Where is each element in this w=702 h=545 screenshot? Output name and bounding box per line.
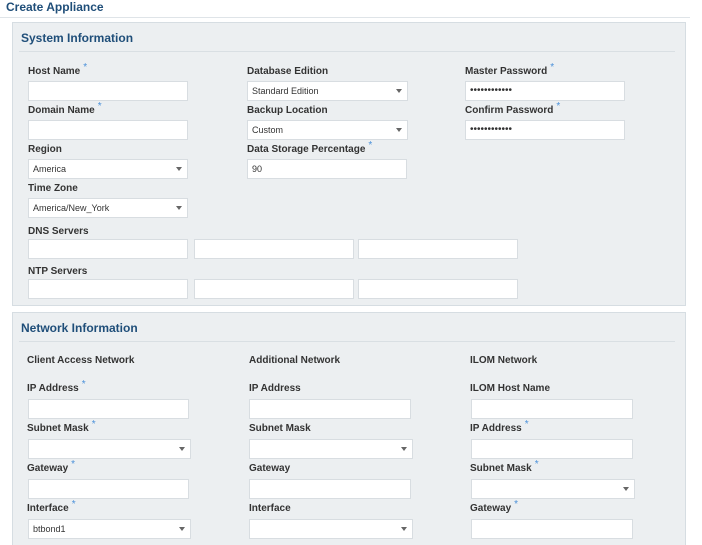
ilom-ip-label: IP Address * bbox=[470, 419, 529, 434]
chevron-down-icon bbox=[176, 167, 182, 171]
dns-server-1-input[interactable] bbox=[28, 239, 188, 259]
region-label: Region bbox=[28, 144, 62, 155]
ilom-subnet-label: Subnet Mask * bbox=[470, 459, 539, 474]
chevron-down-icon bbox=[623, 487, 629, 491]
network-information-panel: Network Information Client Access Networ… bbox=[12, 312, 686, 545]
confirm-password-input[interactable]: •••••••••••• bbox=[465, 120, 625, 140]
ntp-server-3-input[interactable] bbox=[358, 279, 518, 299]
time-zone-select[interactable]: America/New_York bbox=[28, 198, 188, 218]
network-information-title: Network Information bbox=[21, 321, 138, 335]
additional-interface-select[interactable] bbox=[249, 519, 413, 539]
additional-ip-input[interactable] bbox=[249, 399, 411, 419]
ilom-network-title: ILOM Network bbox=[470, 355, 538, 366]
client-interface-value: btbond1 bbox=[33, 524, 66, 534]
chevron-down-icon bbox=[396, 128, 402, 132]
master-password-label: Master Password * bbox=[465, 62, 555, 77]
dns-server-3-input[interactable] bbox=[358, 239, 518, 259]
confirm-password-label: Confirm Password * bbox=[465, 101, 561, 116]
additional-ip-label: IP Address bbox=[249, 383, 301, 394]
client-ip-label: IP Address * bbox=[27, 379, 86, 394]
ilom-host-name-input[interactable] bbox=[471, 399, 633, 419]
region-value: America bbox=[33, 164, 67, 174]
client-access-network-title: Client Access Network bbox=[27, 355, 135, 366]
ilom-gateway-label: Gateway * bbox=[470, 499, 519, 514]
additional-interface-label: Interface bbox=[249, 503, 291, 514]
dns-server-2-input[interactable] bbox=[194, 239, 354, 259]
time-zone-value: America/New_York bbox=[33, 203, 110, 213]
client-subnet-label: Subnet Mask * bbox=[27, 419, 96, 434]
backup-location-label: Backup Location bbox=[247, 105, 328, 116]
database-edition-select[interactable]: Standard Edition bbox=[247, 81, 408, 101]
chevron-down-icon bbox=[179, 527, 185, 531]
data-storage-label: Data Storage Percentage * bbox=[247, 140, 373, 155]
backup-location-value: Custom bbox=[252, 125, 284, 135]
dns-servers-label: DNS Servers bbox=[28, 226, 89, 237]
region-select[interactable]: America bbox=[28, 159, 188, 179]
client-subnet-select[interactable] bbox=[28, 439, 191, 459]
domain-name-label: Domain Name * bbox=[28, 101, 102, 116]
client-ip-input[interactable] bbox=[28, 399, 189, 419]
title-divider bbox=[0, 17, 690, 18]
system-information-title: System Information bbox=[21, 31, 134, 45]
chevron-down-icon bbox=[401, 527, 407, 531]
panel-divider bbox=[19, 51, 675, 52]
domain-name-input[interactable] bbox=[28, 120, 188, 140]
client-interface-label: Interface * bbox=[27, 499, 76, 514]
host-name-label: Host Name * bbox=[28, 62, 88, 77]
database-edition-value: Standard Edition bbox=[252, 86, 319, 96]
chevron-down-icon bbox=[396, 89, 402, 93]
backup-location-select[interactable]: Custom bbox=[247, 120, 408, 140]
additional-gateway-label: Gateway bbox=[249, 463, 291, 474]
host-name-input[interactable] bbox=[28, 81, 188, 101]
ilom-ip-input[interactable] bbox=[471, 439, 633, 459]
database-edition-label: Database Edition bbox=[247, 66, 329, 77]
chevron-down-icon bbox=[176, 206, 182, 210]
system-information-panel: System Information Host Name * Domain Nam… bbox=[12, 22, 686, 306]
panel-divider bbox=[19, 341, 675, 342]
ilom-gateway-input[interactable] bbox=[471, 519, 633, 539]
additional-network-title: Additional Network bbox=[249, 355, 341, 366]
ntp-servers-label: NTP Servers bbox=[28, 266, 88, 277]
additional-subnet-select[interactable] bbox=[249, 439, 413, 459]
additional-subnet-label: Subnet Mask bbox=[249, 423, 311, 434]
time-zone-label: Time Zone bbox=[28, 183, 78, 194]
client-interface-select[interactable]: btbond1 bbox=[28, 519, 191, 539]
ilom-subnet-select[interactable] bbox=[471, 479, 635, 499]
data-storage-input[interactable]: 90 bbox=[247, 159, 407, 179]
client-gateway-input[interactable] bbox=[28, 479, 189, 499]
ntp-server-2-input[interactable] bbox=[194, 279, 354, 299]
client-gateway-label: Gateway * bbox=[27, 459, 76, 474]
chevron-down-icon bbox=[401, 447, 407, 451]
additional-gateway-input[interactable] bbox=[249, 479, 411, 499]
master-password-input[interactable]: •••••••••••• bbox=[465, 81, 625, 101]
page-title: Create Appliance bbox=[6, 0, 104, 14]
ntp-server-1-input[interactable] bbox=[28, 279, 188, 299]
chevron-down-icon bbox=[179, 447, 185, 451]
ilom-host-name-label: ILOM Host Name bbox=[470, 383, 551, 394]
